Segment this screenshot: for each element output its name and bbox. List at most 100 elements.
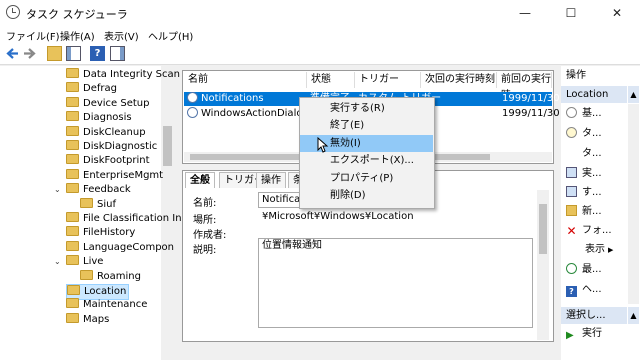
task-clock-icon xyxy=(187,92,198,103)
menu-bar xyxy=(0,26,640,44)
action-help[interactable]: ? ヘ... xyxy=(566,280,602,300)
task-last-run: 1999/11/30 xyxy=(502,108,560,119)
clock-icon xyxy=(566,107,577,118)
ctx-export[interactable]: エクスポート(X)... xyxy=(300,152,433,169)
close-button[interactable]: ✕ xyxy=(594,0,640,26)
folder-icon xyxy=(66,169,79,179)
tree-item[interactable]: EnterpriseMgmt xyxy=(66,169,163,183)
ctx-delete[interactable]: 削除(D) xyxy=(300,187,433,204)
column-header-next-run[interactable]: 次回の実行時刻 xyxy=(421,72,497,88)
description-field[interactable]: 位置情報通知 xyxy=(258,238,533,328)
forward-icon[interactable] xyxy=(22,46,37,61)
folder-icon xyxy=(66,154,79,164)
action-new-folder[interactable]: 新... xyxy=(566,202,602,222)
tree-item-label: DiskFootprint xyxy=(83,155,150,166)
location-label: 場所: xyxy=(193,215,217,226)
tree-item[interactable]: Siuf xyxy=(80,198,116,212)
ctx-run[interactable]: 実行する(R) xyxy=(300,100,433,117)
column-header-trigger[interactable]: トリガー xyxy=(355,72,421,88)
menu-file[interactable]: ファイル(F) xyxy=(6,28,60,43)
menu-action[interactable]: 操作(A) xyxy=(60,28,95,43)
tree-item[interactable]: Feedback xyxy=(66,183,131,197)
action-create-task[interactable]: タ... xyxy=(566,124,602,144)
ctx-end[interactable]: 終了(E) xyxy=(300,117,433,134)
folder-icon xyxy=(66,111,79,121)
description-label: 説明: xyxy=(193,245,217,256)
tree-item-label: Maps xyxy=(83,314,110,325)
tree-item-label: Feedback xyxy=(83,184,131,195)
tree-item-label: Device Setup xyxy=(83,98,150,109)
tree-item-label: Diagnosis xyxy=(83,112,132,123)
tree-item[interactable]: Live xyxy=(66,255,103,269)
action-import-task[interactable]: タ... xyxy=(566,144,602,164)
help-icon[interactable]: ? xyxy=(90,46,105,61)
folder-icon xyxy=(66,140,79,150)
tree-item[interactable]: File Classification In xyxy=(66,212,182,226)
expand-chevron-icon[interactable]: ⌄ xyxy=(54,185,61,194)
menu-help[interactable]: ヘルプ(H) xyxy=(148,28,193,43)
folder-icon xyxy=(66,68,79,78)
folder-icon xyxy=(80,270,93,280)
tree-item[interactable]: LanguageCompon xyxy=(66,241,174,255)
show-hide-action-pane-icon[interactable] xyxy=(110,46,125,61)
action-display-running[interactable]: 実... xyxy=(566,164,602,184)
tree-item[interactable]: Maps xyxy=(66,313,109,327)
action-run[interactable]: ▶ 実行 xyxy=(566,324,602,344)
mouse-cursor-icon xyxy=(317,136,329,153)
menu-view[interactable]: 表示(V) xyxy=(104,28,139,43)
folder-icon xyxy=(66,126,79,136)
actions-section-selected[interactable]: 選択し... xyxy=(561,307,627,324)
show-hide-tree-icon[interactable] xyxy=(66,46,81,61)
collapse-up-icon[interactable]: ▲ xyxy=(628,86,639,103)
tab-general[interactable]: 全般 xyxy=(185,172,215,188)
tree-item[interactable]: Device Setup xyxy=(66,97,149,111)
tree-item[interactable]: DiskFootprint xyxy=(66,154,150,168)
tree-item[interactable]: Data Integrity Scan xyxy=(66,68,180,82)
tab-actions[interactable]: 操作 xyxy=(256,172,286,188)
delete-x-icon: ✕ xyxy=(566,224,577,238)
action-view-menu[interactable]: 表示 ▶ xyxy=(585,240,613,260)
action-enable-all-history[interactable]: す... xyxy=(566,183,602,203)
tree-item[interactable]: DiskDiagnostic xyxy=(66,140,157,154)
tree-item-label: File Classification In xyxy=(83,213,182,224)
tree-item[interactable]: Roaming xyxy=(80,270,141,284)
tree-item[interactable]: Defrag xyxy=(66,82,117,96)
task-name: WindowsActionDialog xyxy=(201,108,309,119)
tree-item[interactable]: FileHistory xyxy=(66,226,135,240)
tree-item[interactable]: Maintenance xyxy=(66,298,147,312)
window-title: タスク スケジューラ xyxy=(26,8,128,21)
action-basic-task[interactable]: 基... xyxy=(566,104,602,124)
up-folder-icon[interactable] xyxy=(47,46,62,61)
action-delete-folder[interactable]: ✕ フォ... xyxy=(566,221,611,241)
ctx-properties[interactable]: プロパティ(P) xyxy=(300,170,433,187)
collapse-up-icon[interactable]: ▲ xyxy=(628,307,639,324)
column-header-name[interactable]: 名前 xyxy=(184,72,307,88)
tree-item-label: Location xyxy=(84,286,127,297)
maximize-button[interactable]: ☐ xyxy=(548,0,594,26)
folder-icon xyxy=(66,255,79,265)
actions-section-location[interactable]: Location xyxy=(561,86,627,103)
expand-chevron-icon[interactable]: ⌄ xyxy=(54,257,61,266)
action-refresh[interactable]: 最... xyxy=(566,260,602,280)
details-scrollbar[interactable] xyxy=(537,190,549,340)
column-header-status[interactable]: 状態 xyxy=(307,72,355,88)
task-name: Notifications xyxy=(201,93,264,104)
tree-item-label: LanguageCompon xyxy=(83,242,174,253)
folder-icon xyxy=(66,97,79,107)
back-icon[interactable] xyxy=(5,46,20,61)
tree-item[interactable]: DiskCleanup xyxy=(66,126,146,140)
folder-icon xyxy=(66,241,79,251)
folder-icon xyxy=(67,285,80,295)
tree-item-label: DiskCleanup xyxy=(83,127,146,138)
tree-item[interactable]: Diagnosis xyxy=(66,111,132,125)
tree-item-label: EnterpriseMgmt xyxy=(83,170,164,181)
folder-icon xyxy=(80,198,93,208)
actions-scrollbar[interactable] xyxy=(628,104,639,304)
blank-icon xyxy=(566,147,577,158)
folder-icon xyxy=(66,82,79,92)
column-header-last-run[interactable]: 前回の実行時 xyxy=(497,72,552,101)
folder-icon xyxy=(66,298,79,308)
minimize-button[interactable]: — xyxy=(502,0,548,26)
tree-item-label: Defrag xyxy=(83,83,117,94)
task-icon xyxy=(566,127,577,138)
